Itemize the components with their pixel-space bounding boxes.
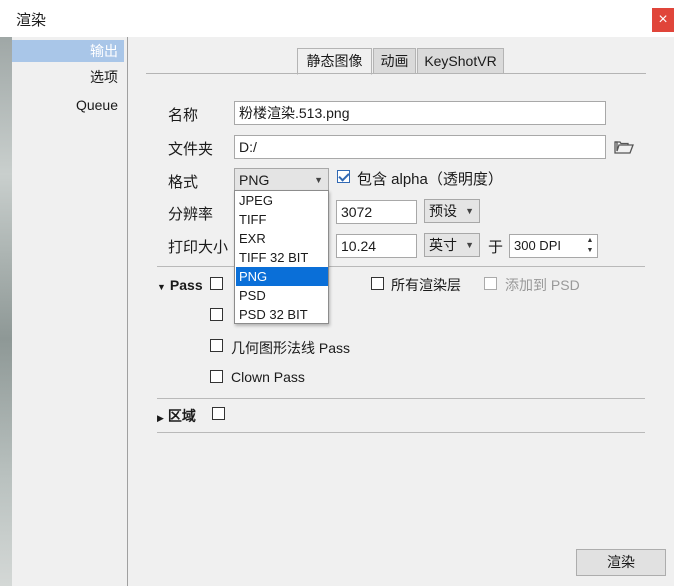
alpha-checkbox[interactable] [337, 170, 350, 183]
triangle-down-icon: ▼ [157, 282, 166, 292]
pass-section-title: Pass [169, 277, 203, 293]
tab-still-image[interactable]: 静态图像 [297, 48, 372, 75]
format-label: 格式 [168, 174, 199, 191]
format-option-psd-32-bit[interactable]: PSD 32 BIT [236, 305, 328, 324]
print-size-label: 打印大小 [168, 239, 229, 256]
add-to-psd-label: 添加到 PSD [505, 277, 580, 293]
spin-down-icon[interactable]: ▼ [584, 246, 596, 256]
chevron-down-icon: ▼ [465, 240, 474, 250]
window-title: 渲染 [16, 12, 47, 29]
alpha-label: 包含 alpha（透明度） [357, 171, 503, 188]
name-label: 名称 [168, 107, 199, 124]
all-layers-label: 所有渲染层 [391, 277, 461, 293]
resolution-label: 分辨率 [168, 206, 214, 223]
divider [157, 398, 645, 399]
render-button[interactable]: 渲染 [576, 549, 666, 576]
tab-keyshotvr[interactable]: KeyShotVR [417, 48, 504, 74]
region-section-title: 区域 [167, 408, 196, 424]
pass-checkbox-2[interactable] [210, 308, 223, 321]
triangle-right-icon: ▶ [157, 413, 164, 423]
geometry-normal-checkbox[interactable] [210, 339, 223, 352]
clown-pass-label: Clown Pass [231, 369, 305, 385]
dpi-spinbox[interactable]: 300 DPI ▲ ▼ [509, 234, 598, 258]
sidebar-item-queue[interactable]: Queue [12, 94, 124, 116]
tab-animation[interactable]: 动画 [373, 48, 416, 74]
at-label: 于 [488, 239, 504, 256]
folder-input[interactable]: D:/ [234, 135, 606, 159]
format-option-png[interactable]: PNG [236, 267, 328, 286]
clown-pass-checkbox[interactable] [210, 370, 223, 383]
folder-label: 文件夹 [168, 141, 214, 158]
name-input[interactable]: 粉楼渲染.513.png [234, 101, 606, 125]
sidebar-item-output[interactable]: 输出 [12, 40, 124, 62]
chevron-down-icon: ▼ [314, 175, 323, 185]
geometry-normal-label: 几何图形法线 Pass [231, 340, 351, 356]
pass-section-toggle[interactable]: ▼ Pass [157, 277, 203, 293]
divider [157, 432, 645, 433]
unit-select-value: 英寸 [429, 237, 457, 253]
tab-divider [146, 73, 646, 74]
dpi-value: 300 DPI [514, 238, 561, 253]
print-size-input[interactable]: 10.24 [336, 234, 417, 258]
title-bar: 渲染 × [0, 0, 674, 37]
resolution-height-input[interactable]: 3072 [336, 200, 417, 224]
format-option-tiff[interactable]: TIFF [236, 210, 328, 229]
chevron-down-icon: ▼ [465, 206, 474, 216]
pass-checkbox-1[interactable] [210, 277, 223, 290]
region-section-toggle[interactable]: ▶ 区域 [157, 406, 196, 426]
preset-select-value: 预设 [429, 203, 457, 219]
close-button[interactable]: × [652, 8, 674, 32]
preset-select[interactable]: 预设 ▼ [424, 199, 480, 223]
sidebar-item-options[interactable]: 选项 [12, 66, 124, 88]
all-layers-checkbox[interactable] [371, 277, 384, 290]
format-dropdown-list: JPEG TIFF EXR TIFF 32 BIT PNG PSD PSD 32… [234, 190, 329, 324]
format-option-psd[interactable]: PSD [236, 286, 328, 305]
format-option-tiff-32-bit[interactable]: TIFF 32 BIT [236, 248, 328, 267]
background-strip [0, 37, 12, 586]
sidebar: 输出 选项 Queue [12, 37, 128, 586]
spin-up-icon[interactable]: ▲ [584, 236, 596, 246]
format-select-value: PNG [239, 172, 270, 188]
folder-open-icon[interactable] [614, 139, 634, 155]
unit-select[interactable]: 英寸 ▼ [424, 233, 480, 257]
format-option-exr[interactable]: EXR [236, 229, 328, 248]
region-checkbox[interactable] [212, 407, 225, 420]
divider [157, 266, 645, 267]
add-to-psd-checkbox[interactable] [484, 277, 497, 290]
format-select[interactable]: PNG ▼ [234, 168, 329, 192]
format-option-jpeg[interactable]: JPEG [236, 191, 328, 210]
